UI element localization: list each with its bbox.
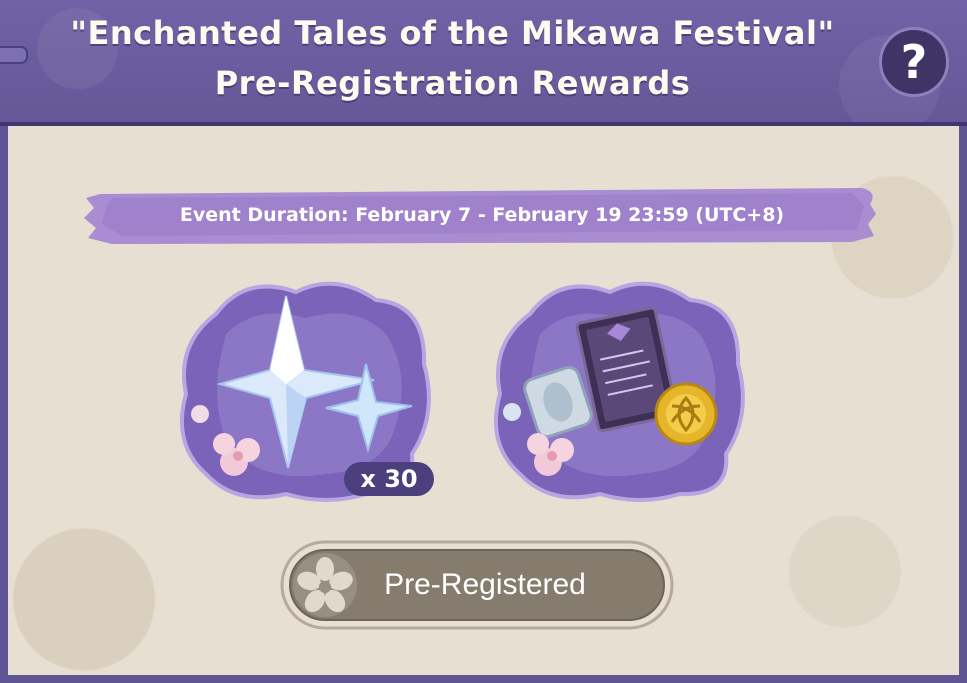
bundle-icon (493, 281, 745, 502)
page-title-line1: "Enchanted Tales of the Mikawa Festival" (70, 14, 835, 52)
event-duration-banner: Event Duration: February 7 - February 19… (82, 184, 882, 246)
pre-registered-button[interactable]: Pre-Registered (280, 540, 674, 630)
item-bundle-reward[interactable] (490, 274, 750, 504)
event-duration-text: Event Duration: February 7 - February 19… (179, 204, 785, 226)
rewards-panel: Event Duration: February 7 - February 19… (0, 126, 967, 683)
pre-registered-label: Pre-Registered (384, 568, 586, 601)
page-title-line2: Pre-Registration Rewards (214, 64, 691, 102)
question-icon: ? (900, 35, 928, 89)
bottom-border (0, 675, 967, 683)
header: "Enchanted Tales of the Mikawa Festival"… (0, 0, 967, 126)
quantity-badge: x 30 (344, 462, 434, 496)
help-button[interactable]: ? (879, 27, 949, 97)
primogem-reward[interactable]: x 30 (176, 274, 436, 504)
